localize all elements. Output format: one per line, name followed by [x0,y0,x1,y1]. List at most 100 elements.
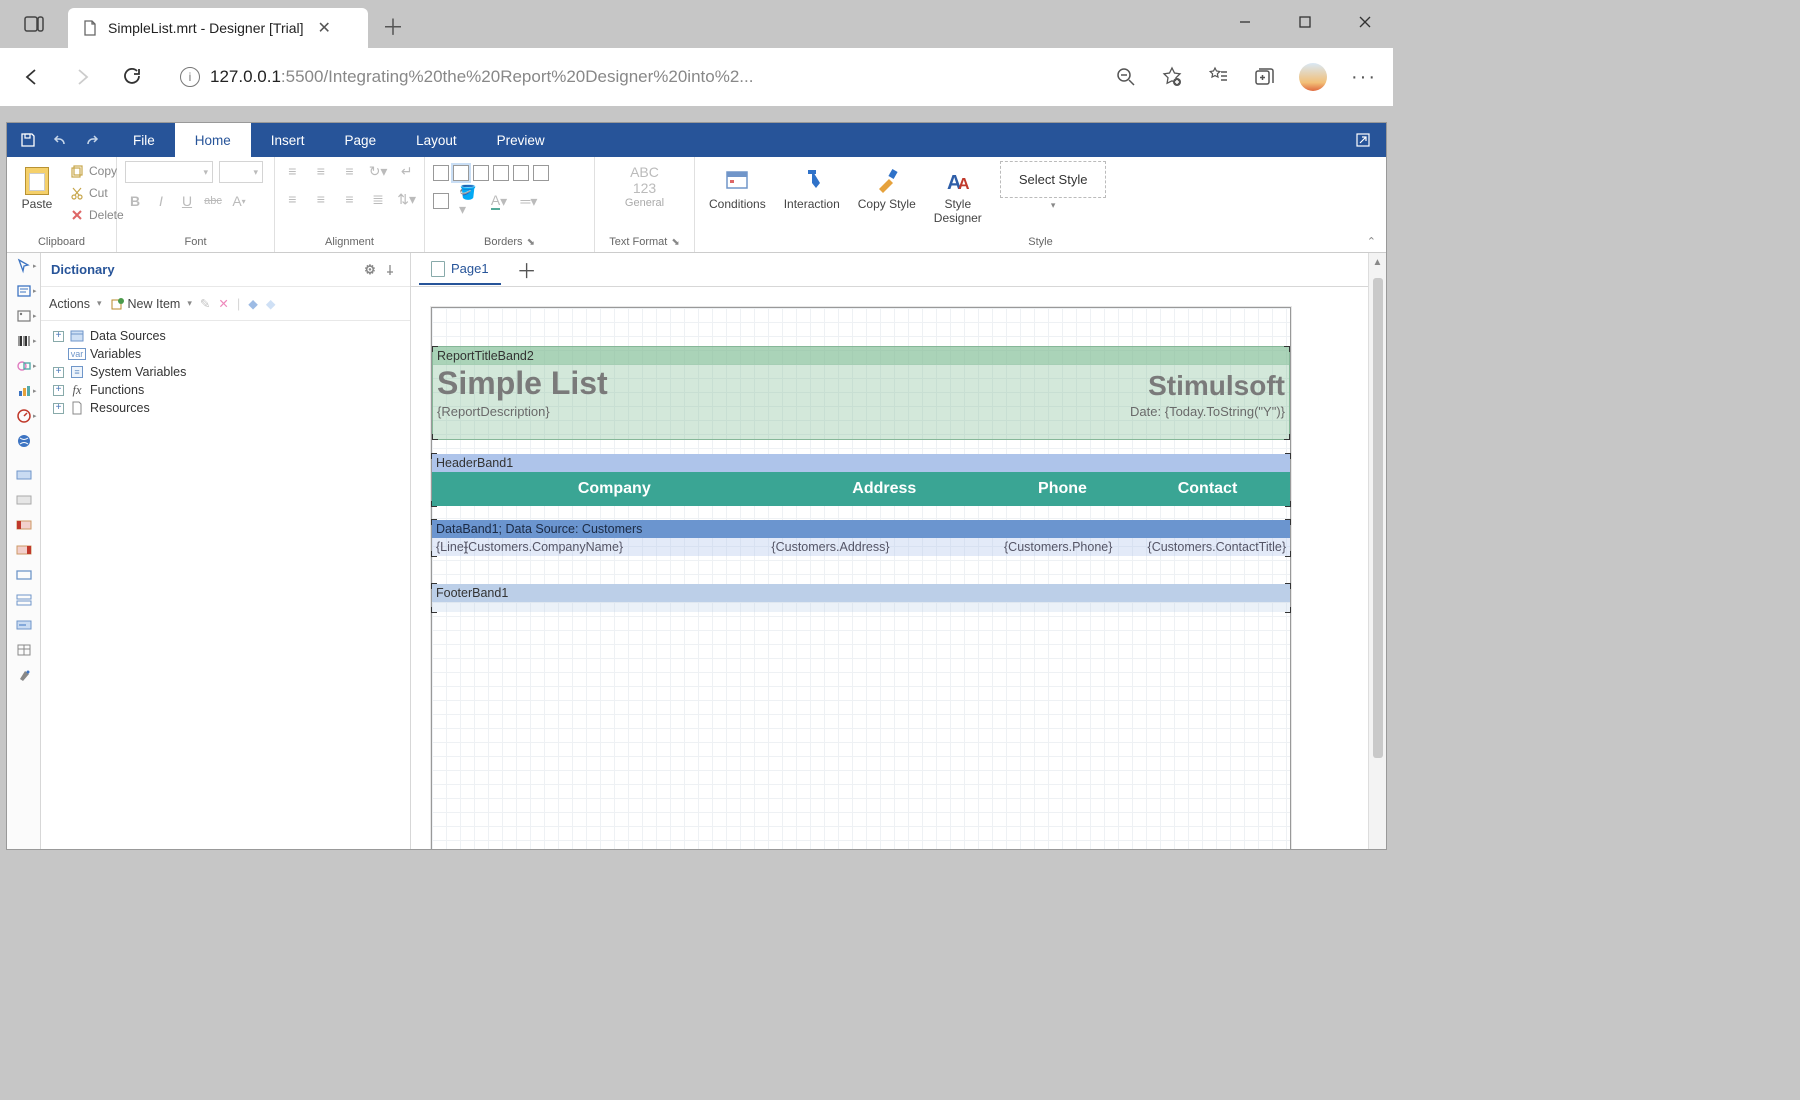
tree-data-sources[interactable]: +Data Sources [49,327,402,345]
tool-chart[interactable]: ▸ [12,380,36,402]
report-title-band[interactable]: ReportTitleBand2 Simple List Stimulsoft … [432,346,1290,440]
tool-shape[interactable]: ▸ [12,355,36,377]
ribbon-tab-home[interactable]: Home [175,123,251,157]
ribbon-expand-icon[interactable] [1352,129,1374,151]
move-down-button[interactable]: ◆ [266,296,276,311]
align-right-button[interactable]: ≡ [340,189,359,209]
tab-overview-button[interactable] [20,10,48,38]
column-header-row[interactable]: Company Address Phone Contact [432,472,1290,506]
actions-menu[interactable]: Actions [49,297,102,311]
tool-band-outline[interactable] [12,564,36,586]
nav-back-button[interactable] [16,61,48,93]
col-phone-header[interactable]: Phone [1000,480,1125,498]
fill-color-button[interactable]: 🪣▾ [459,191,479,211]
cell-phone[interactable]: {Customers.Phone} [1000,540,1125,554]
profile-avatar[interactable] [1299,63,1327,91]
bold-button[interactable]: B [125,191,145,211]
textformat-launcher-icon[interactable]: ⬊ [671,237,679,248]
cell-address[interactable]: {Customers.Address} [767,540,1000,554]
border-style-button[interactable]: ═▾ [519,191,539,211]
footer-band[interactable]: FooterBand1 [432,584,1290,612]
delete-item-button[interactable]: ✕ [218,296,228,311]
col-contact-header[interactable]: Contact [1125,480,1290,498]
align-top-button[interactable]: ≡ [283,161,302,181]
style-designer-button[interactable]: AAStyleDesigner [928,161,988,229]
vertical-scrollbar[interactable]: ▲ [1368,253,1386,849]
window-close-button[interactable] [1345,6,1385,38]
dictionary-pin-icon[interactable] [380,260,400,280]
window-minimize-button[interactable] [1225,6,1265,38]
undo-icon[interactable] [49,129,71,151]
tool-map[interactable] [12,430,36,452]
collections-icon[interactable] [1253,66,1275,88]
copy-style-button[interactable]: Copy Style [852,161,922,215]
border-all-button[interactable] [433,165,449,181]
report-date-token[interactable]: Date: {Today.ToString("Y")} [1130,404,1285,419]
dictionary-settings-icon[interactable]: ⚙ [360,260,380,280]
tool-image[interactable]: ▸ [12,305,36,327]
nav-refresh-button[interactable] [116,61,148,93]
report-description-token[interactable]: {ReportDescription} [437,404,550,419]
scroll-up-icon[interactable]: ▲ [1373,253,1383,272]
browser-tab-active[interactable]: SimpleList.mrt - Designer [Trial] ✕ [68,8,368,48]
col-address-header[interactable]: Address [769,480,1000,498]
report-page[interactable]: al ReportTitleBand2 Simple List Stimulso… [431,307,1291,849]
zoom-out-icon[interactable] [1115,66,1137,88]
tool-band-red[interactable] [12,514,36,536]
border-top-button[interactable] [493,165,509,181]
align-center-button[interactable]: ≡ [312,189,331,209]
underline-button[interactable]: U [177,191,197,211]
ribbon-collapse-icon[interactable]: ⌃ [1367,235,1376,248]
font-size-select[interactable]: ▾ [219,161,263,183]
tool-properties[interactable] [12,639,36,661]
tool-settings[interactable] [12,664,36,686]
tool-cursor[interactable]: ▸ [12,255,36,277]
edit-button[interactable]: ✎ [200,296,210,311]
tool-band-double[interactable] [12,589,36,611]
tool-band-gray[interactable] [12,489,36,511]
tool-barcode[interactable]: ▸ [12,330,36,352]
tool-gauge[interactable]: ▸ [12,405,36,427]
border-bottom-button[interactable] [533,165,549,181]
cell-company[interactable]: {Customers.CompanyName} [460,540,767,554]
cell-contact[interactable]: {Customers.ContactTitle} [1125,540,1290,554]
align-left-button[interactable]: ≡ [283,189,302,209]
ribbon-tab-insert[interactable]: Insert [251,123,325,157]
report-title-text[interactable]: Simple List [433,365,612,402]
align-bottom-button[interactable]: ≡ [340,161,359,181]
add-page-button[interactable]: ＋ [507,255,547,284]
align-justify-button[interactable]: ≣ [369,189,388,209]
conditions-button[interactable]: Conditions [703,161,772,215]
page-tab-page1[interactable]: Page1 [419,255,501,285]
tool-text[interactable]: ▸ [12,280,36,302]
data-row[interactable]: {Line} {Customers.CompanyName} {Customer… [432,538,1290,556]
border-none-button[interactable] [453,165,469,181]
ribbon-tab-page[interactable]: Page [325,123,397,157]
rotate-button[interactable]: ↻▾ [369,161,388,181]
site-info-icon[interactable]: i [180,67,200,87]
new-item-menu[interactable]: New Item [110,297,192,311]
tree-functions[interactable]: +fxFunctions [49,381,402,399]
interaction-button[interactable]: Interaction [778,161,846,215]
favorites-list-icon[interactable] [1207,66,1229,88]
font-family-select[interactable]: ▾ [125,161,213,183]
font-color-button[interactable]: A▾ [229,191,249,211]
align-middle-button[interactable]: ≡ [312,161,331,181]
scroll-thumb[interactable] [1373,278,1383,758]
tree-resources[interactable]: +Resources [49,399,402,417]
border-left-button[interactable] [473,165,489,181]
nav-forward-button[interactable] [66,61,98,93]
ribbon-tab-file[interactable]: File [113,123,175,157]
tree-variables[interactable]: varVariables [49,345,402,363]
new-tab-button[interactable]: ＋ [368,10,418,42]
style-dropdown-caret[interactable]: ▾ [1051,200,1056,211]
header-band[interactable]: HeaderBand1 Company Address Phone Contac… [432,454,1290,506]
redo-icon[interactable] [81,129,103,151]
border-color-button[interactable]: A▾ [489,191,509,211]
col-company-header[interactable]: Company [460,480,769,498]
ribbon-tab-layout[interactable]: Layout [396,123,477,157]
more-menu-button[interactable]: ··· [1351,66,1377,89]
window-maximize-button[interactable] [1285,6,1325,38]
tool-band-red2[interactable] [12,539,36,561]
text-format-button[interactable]: ABC123 General [603,161,686,213]
